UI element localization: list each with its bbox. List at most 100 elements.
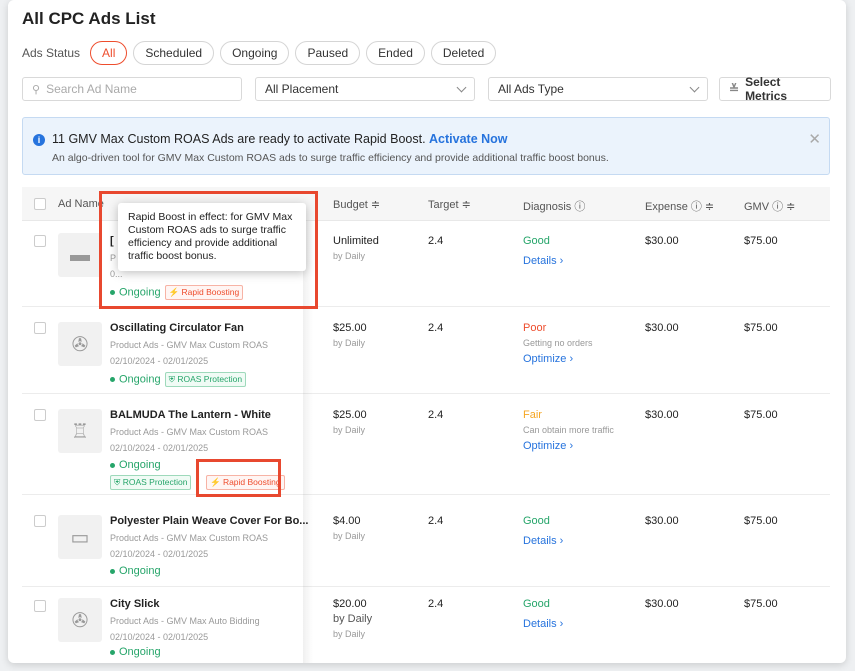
status-dot-icon <box>110 649 115 655</box>
gmv-cell: $75.00 <box>744 515 778 527</box>
table-row: ✇ Oscillating Circulator Fan Product Ads… <box>22 308 830 394</box>
product-image: ✇ <box>58 322 102 366</box>
details-link[interactable]: Details › <box>523 255 563 267</box>
status-tab-paused[interactable]: Paused <box>295 41 361 65</box>
table-row: ✇ City Slick Product Ads - GMV Max Auto … <box>22 588 830 663</box>
header-gmv[interactable]: GMV ⓘ ≑ <box>744 198 795 214</box>
target-cell: 2.4 <box>428 409 444 421</box>
search-input[interactable]: ⚲ Search Ad Name <box>22 77 242 101</box>
page-title: All CPC Ads List <box>22 9 156 28</box>
diagnosis-cell: Good Details › <box>523 235 564 267</box>
placement-value: All Placement <box>265 82 339 96</box>
optimize-link[interactable]: Optimize › <box>523 353 593 365</box>
status-label: Ads Status <box>22 46 81 60</box>
product-name[interactable]: Oscillating Circulator Fan <box>110 322 244 334</box>
row-checkbox[interactable] <box>34 600 46 612</box>
row-checkbox[interactable] <box>34 409 46 421</box>
product-type: Product Ads - GMV Max Auto Bidding <box>110 616 260 626</box>
status-ongoing: Ongoing <box>110 565 161 577</box>
gmv-cell: $75.00 <box>744 235 778 247</box>
banner-message: 11 GMV Max Custom ROAS Ads are ready to … <box>52 132 508 146</box>
close-icon[interactable]: ✕ <box>808 130 821 148</box>
expense-cell: $30.00 <box>645 598 679 610</box>
details-link[interactable]: Details › <box>523 535 563 547</box>
row-checkbox[interactable] <box>34 515 46 527</box>
diagnosis-cell: Good Details › <box>523 598 564 630</box>
status-tab-deleted[interactable]: Deleted <box>430 41 497 65</box>
roas-protection-tag: ⛨ ROAS Protection <box>164 372 247 387</box>
budget-cell: Unlimited by Daily <box>333 235 379 261</box>
ads-list-card: All CPC Ads List Ads Status All Schedule… <box>8 0 846 663</box>
target-cell: 2.4 <box>428 322 444 334</box>
highlight-box-rapid-boosting <box>196 459 281 497</box>
rapid-boost-banner: i 11 GMV Max Custom ROAS Ads are ready t… <box>22 117 830 175</box>
product-dates: 02/10/2024 - 02/01/2025 <box>110 356 209 366</box>
budget-cell: $20.00 by Daily by Daily <box>333 598 373 639</box>
status-tab-all[interactable]: All <box>90 41 128 65</box>
product-type: Product Ads - GMV Max Custom ROAS <box>110 427 269 437</box>
status-ongoing: Ongoing <box>110 646 161 658</box>
header-target[interactable]: Target ≑ <box>428 198 471 211</box>
target-cell: 2.4 <box>428 598 444 610</box>
diagnosis-cell: Good Details › <box>523 515 564 547</box>
product-image: ▭ <box>58 515 102 559</box>
status-tab-ended[interactable]: Ended <box>366 41 425 65</box>
select-metrics-button[interactable]: ≚ Select Metrics <box>719 75 831 103</box>
product-name[interactable]: BALMUDA The Lantern - White <box>110 409 271 421</box>
header-expense[interactable]: Expense ⓘ ≑ <box>645 198 714 214</box>
ads-type-select[interactable]: All Ads Type <box>488 77 708 101</box>
status-dot-icon <box>110 568 115 574</box>
product-dates: 02/10/2024 - 02/01/2025 <box>110 632 209 642</box>
header-budget[interactable]: Budget ≑ <box>333 198 380 211</box>
product-type: Product Ads - GMV Max Custom ROAS <box>110 340 269 350</box>
product-image: ✇ <box>58 598 102 642</box>
header-ad-name[interactable]: Ad Name <box>58 198 104 210</box>
row-checkbox[interactable] <box>34 235 46 247</box>
gmv-cell: $75.00 <box>744 598 778 610</box>
target-cell: 2.4 <box>428 235 444 247</box>
budget-cell: $25.00 by Daily <box>333 409 367 435</box>
status-dot-icon <box>110 462 115 468</box>
budget-cell: $4.00 by Daily <box>333 515 366 541</box>
ads-type-value: All Ads Type <box>498 82 564 96</box>
header-diagnosis[interactable]: Diagnosis ⓘ <box>523 198 585 214</box>
expense-cell: $30.00 <box>645 235 679 247</box>
status-tab-scheduled[interactable]: Scheduled <box>133 41 215 65</box>
gmv-cell: $75.00 <box>744 322 778 334</box>
roas-protection-tag: ⛨ ROAS Protection <box>110 475 192 490</box>
product-image: ▬ <box>58 233 102 277</box>
status-tab-ongoing[interactable]: Ongoing <box>220 41 290 65</box>
product-image: ♖ <box>58 409 102 453</box>
select-metrics-label: Select Metrics <box>745 75 788 103</box>
select-all-checkbox[interactable] <box>34 198 46 210</box>
banner-description: An algo-driven tool for GMV Max Custom R… <box>52 152 609 164</box>
expense-cell: $30.00 <box>645 409 679 421</box>
expense-cell: $30.00 <box>645 322 679 334</box>
row-checkbox[interactable] <box>34 322 46 334</box>
activate-now-link[interactable]: Activate Now <box>429 132 508 146</box>
product-dates: 02/10/2024 - 02/01/2025 <box>110 443 209 453</box>
highlight-box-tooltip <box>99 191 318 309</box>
product-name[interactable]: Polyester Plain Weave Cover For Bo... <box>110 515 308 527</box>
status-ongoing: Ongoing <box>110 459 161 471</box>
table-row: ♖ BALMUDA The Lantern - White Product Ad… <box>22 395 830 495</box>
product-name[interactable]: City Slick <box>110 598 160 610</box>
double-chevron-icon: ≚ <box>729 82 740 96</box>
gmv-cell: $75.00 <box>744 409 778 421</box>
placement-select[interactable]: All Placement <box>255 77 475 101</box>
budget-cell: $25.00 by Daily <box>333 322 367 348</box>
status-filter-row: Ads Status All Scheduled Ongoing Paused … <box>22 40 502 66</box>
info-icon: i <box>33 134 45 146</box>
expense-cell: $30.00 <box>645 515 679 527</box>
target-cell: 2.4 <box>428 515 444 527</box>
optimize-link[interactable]: Optimize › <box>523 440 614 452</box>
status-ongoing: Ongoing ⛨ ROAS Protection <box>110 372 247 387</box>
search-placeholder: Search Ad Name <box>46 82 137 96</box>
diagnosis-cell: Fair Can obtain more traffic Optimize › <box>523 409 614 452</box>
product-type: Product Ads - GMV Max Custom ROAS <box>110 533 269 543</box>
table-row: ▭ Polyester Plain Weave Cover For Bo... … <box>22 501 830 587</box>
product-dates: 02/10/2024 - 02/01/2025 <box>110 549 209 559</box>
chevron-down-icon <box>456 82 467 92</box>
details-link[interactable]: Details › <box>523 618 563 630</box>
diagnosis-cell: Poor Getting no orders Optimize › <box>523 322 593 365</box>
